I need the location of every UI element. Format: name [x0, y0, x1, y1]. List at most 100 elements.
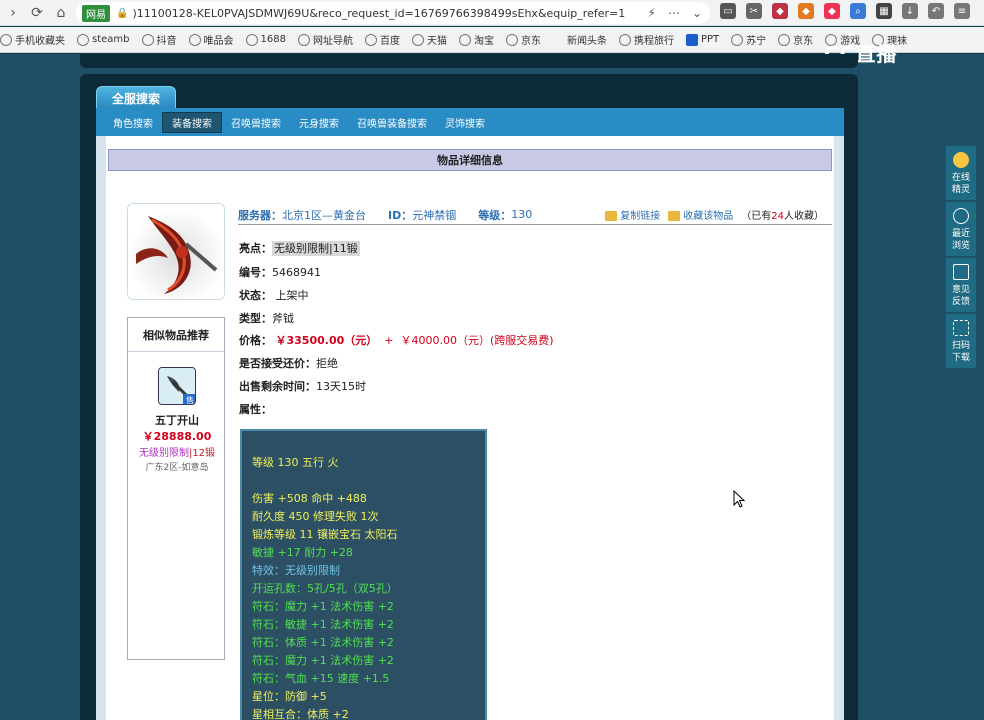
attr-line: 符石：敏捷 +1 法术伤害 +2	[252, 618, 394, 631]
bookmark-item[interactable]: 百度	[364, 32, 400, 47]
similar-item-server: 广东2区-如意岛	[145, 463, 209, 473]
extension-icon[interactable]: ◆	[798, 3, 814, 19]
menu-icon[interactable]: ≡	[954, 3, 970, 19]
download-icon[interactable]: ↓	[902, 3, 918, 19]
attr-line: 符石：魔力 +1 法术伤害 +2	[252, 654, 394, 667]
subtab-lingshi-search[interactable]: 灵饰搜索	[436, 113, 494, 132]
level-label: 等级：	[478, 208, 512, 222]
attribute-box: 等级 130 五行 火 伤害 +508 命中 +488 耐久度 450 修理失败…	[240, 429, 487, 720]
tab-global-search[interactable]: 全服搜索	[96, 86, 176, 110]
item-info-header: 服务器： 北京1区—黄金台 ID： 元神禁锢 等级： 130 复制链接 收藏该物…	[238, 207, 832, 225]
attr-line: 伤害 +508 命中 +488	[252, 492, 367, 505]
forward-icon[interactable]: ›	[2, 2, 24, 24]
side-recent-browse[interactable]: 最近 浏览	[946, 202, 976, 256]
undo-icon[interactable]: ↶	[928, 3, 944, 19]
similar-item-icon[interactable]: 售	[158, 367, 196, 405]
similar-item-name[interactable]: 五丁开山	[128, 412, 226, 428]
attr-line: 开运孔数：5孔/5孔（双5孔）	[252, 582, 398, 595]
attr-line: 耐久度 450 修理失败 1次	[252, 510, 379, 523]
bookmark-item[interactable]: 京东	[505, 32, 541, 47]
subtab-yuanshen-search[interactable]: 元身搜索	[290, 113, 348, 132]
sale-badge: 售	[186, 395, 194, 405]
reload-icon[interactable]: ⟳	[26, 2, 48, 24]
url-text: )11100128-KEL0PVAJSDMWJ69U&reco_request_…	[132, 6, 626, 20]
attr-line: 符石：体质 +1 法术伤害 +2	[252, 636, 394, 649]
cross-server-fee: ￥4000.00（元）(跨服交易费)	[400, 334, 554, 347]
browser-toolbar: › ⟳ ⌂ 网易 🔒 )11100128-KEL0PVAJSDMWJ69U&re…	[0, 0, 984, 26]
highlight-row: 亮点： 无级别限制|11锻	[239, 241, 360, 256]
globe-icon	[141, 33, 154, 46]
search-icon[interactable]: ⌕	[850, 3, 866, 19]
ppt-icon	[685, 33, 698, 46]
globe-icon	[77, 33, 89, 46]
bookmark-item[interactable]: PPT	[685, 33, 719, 46]
attributes-label: 属性：	[239, 403, 272, 416]
avatar-icon	[953, 152, 969, 168]
attr-line: 星位：防御 +5	[252, 690, 327, 703]
subtab-summon-search[interactable]: 召唤兽搜索	[222, 113, 290, 132]
top-panel	[80, 54, 858, 68]
number-value: 5468941	[272, 266, 321, 279]
price-row: 价格： ￥33500.00（元） + ￥4000.00（元）(跨服交易费)	[239, 334, 554, 347]
subtab-role-search[interactable]: 角色搜索	[104, 113, 162, 132]
more-icon[interactable]: ⋯	[668, 6, 680, 20]
page-title: 物品详细信息	[108, 149, 832, 171]
bookmark-item[interactable]: 京东	[778, 32, 813, 47]
side-feedback[interactable]: 意见 反馈	[946, 258, 976, 312]
attr-line: 特效：无级别限制	[252, 564, 340, 577]
axe-icon: 售	[159, 368, 195, 405]
site-badge: 网易	[82, 4, 110, 22]
extension-icon[interactable]: ◆	[824, 3, 840, 19]
globe-icon	[364, 33, 377, 46]
address-bar[interactable]: 网易 🔒 )11100128-KEL0PVAJSDMWJ69U&reco_req…	[76, 2, 710, 24]
attr-line: 敏捷 +17 耐力 +28	[252, 546, 353, 559]
item-image	[127, 203, 225, 300]
lock-icon: 🔒	[116, 7, 129, 19]
attr-line: 等级 130 五行 火	[252, 456, 339, 469]
globe-icon	[731, 33, 744, 46]
axe-weapon-icon	[128, 204, 224, 299]
apps-icon[interactable]: ▦	[876, 3, 892, 19]
id-value: 元神禁锢	[412, 208, 457, 222]
side-online-helper[interactable]: 在线 精灵	[946, 146, 976, 200]
globe-icon	[778, 33, 791, 46]
copy-link-button[interactable]: 复制链接	[605, 207, 660, 222]
highlight-value: 无级别限制|11锻	[272, 241, 360, 256]
tab-icon[interactable]: ▭	[720, 3, 736, 19]
bookmark-item[interactable]: 新闻头条	[567, 32, 607, 47]
type-value: 斧钺	[272, 312, 294, 325]
bookmark-item[interactable]: 1688	[245, 33, 286, 46]
subtab-equipment-search[interactable]: 装备搜索	[162, 111, 222, 133]
bookmark-item[interactable]: 手机收藏夹	[0, 32, 65, 47]
lightning-icon[interactable]: ⚡	[648, 6, 656, 20]
globe-icon	[188, 33, 201, 46]
scissors-icon[interactable]: ✂	[746, 3, 762, 19]
subtab-summon-equip-search[interactable]: 召唤兽装备搜索	[348, 113, 436, 132]
attr-line: 锻炼等级 11 镶嵌宝石 太阳石	[252, 528, 398, 541]
bookmark-item[interactable]: 唯品会	[188, 32, 234, 47]
similar-items-title: 相似物品推荐	[128, 318, 224, 352]
scan-icon	[953, 320, 969, 336]
similar-item-tags: 无级别限制|12锻	[138, 448, 216, 459]
bookmark-item[interactable]: 抖音	[141, 32, 177, 47]
clock-icon	[953, 208, 969, 224]
globe-icon	[297, 33, 310, 46]
status-value: 上架中	[275, 289, 309, 302]
bookmark-item[interactable]: steamb	[77, 33, 130, 46]
edit-icon	[953, 264, 969, 280]
bookmark-item[interactable]: 天猫	[411, 32, 447, 47]
attr-line: 符石：气血 +15 速度 +1.5	[252, 672, 390, 685]
globe-icon	[411, 33, 424, 46]
home-icon[interactable]: ⌂	[50, 2, 72, 24]
bookmark-item[interactable]: 淘宝	[458, 32, 494, 47]
chevron-down-icon[interactable]: ⌄	[692, 6, 702, 20]
extension-icon[interactable]: ◆	[772, 3, 788, 19]
bookmark-item[interactable]: 携程旅行	[618, 32, 674, 47]
folder-icon	[668, 211, 681, 221]
favorite-button[interactable]: 收藏该物品	[668, 207, 733, 222]
similar-items-panel: 相似物品推荐 售 五丁开山 ￥28888.00 无级别限制|12锻 广东2区-如…	[127, 317, 225, 660]
bookmark-item[interactable]: 网址导航	[297, 32, 353, 47]
level-value: 130	[511, 208, 533, 221]
bookmark-item[interactable]: 苏宁	[731, 32, 766, 47]
side-scan-download[interactable]: 扫码 下载	[946, 314, 976, 368]
